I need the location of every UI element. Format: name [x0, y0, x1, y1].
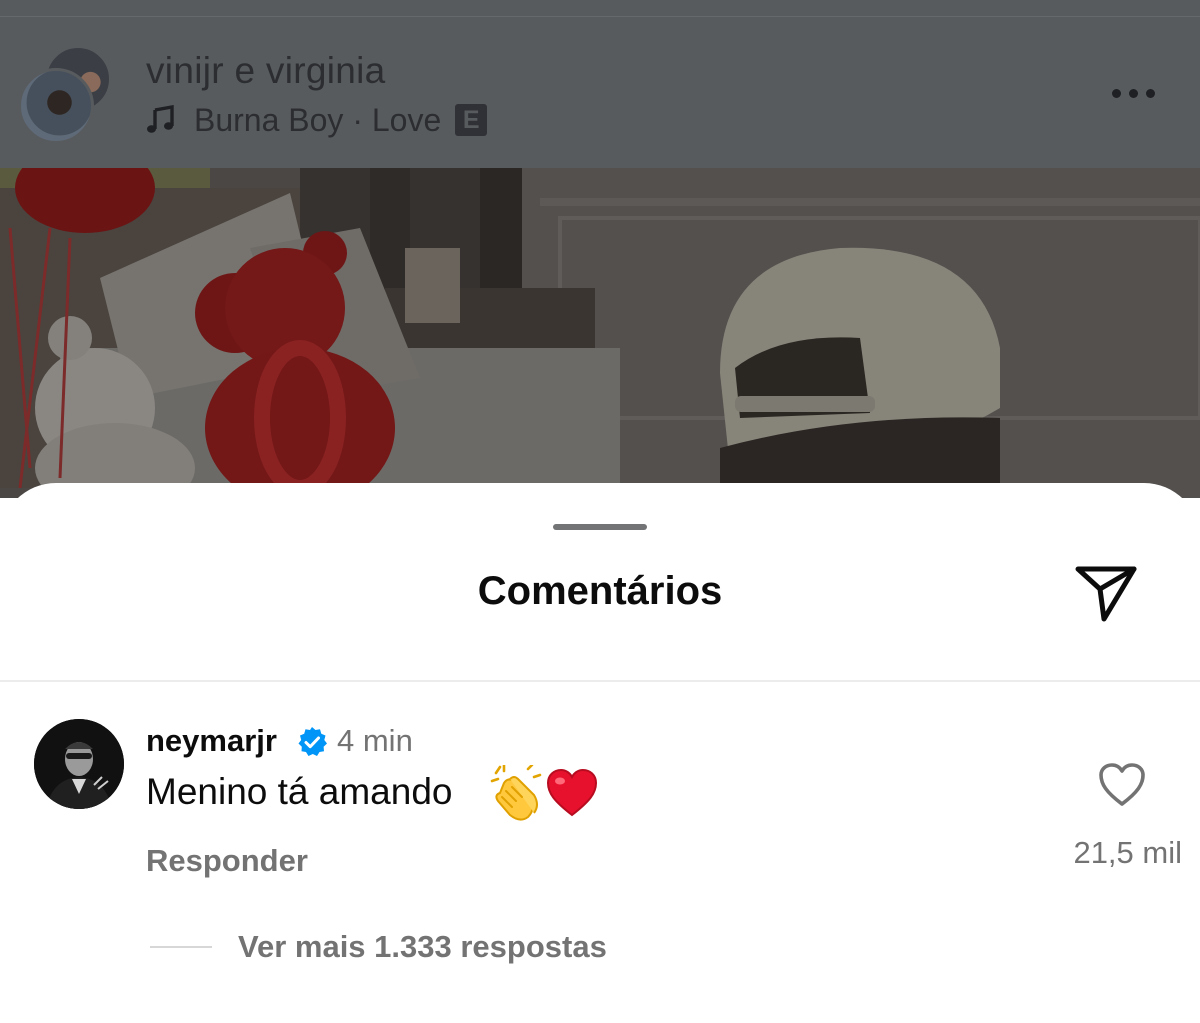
- comment-username[interactable]: neymarjr: [146, 723, 277, 759]
- red-heart-icon: [546, 769, 598, 817]
- heart-outline-icon[interactable]: [1098, 762, 1146, 808]
- view-more-replies-button[interactable]: Ver mais 1.333 respostas: [238, 929, 607, 965]
- post-photo-image: [0, 168, 1200, 498]
- reply-button[interactable]: Responder: [146, 843, 308, 879]
- post-header: vinijr e virginia Burna Boy · Love E: [0, 0, 1200, 168]
- music-info[interactable]: Burna Boy · Love E: [146, 100, 488, 140]
- replies-divider: [150, 946, 212, 948]
- comment-text: Menino tá amando: [146, 771, 453, 812]
- commenter-avatar[interactable]: [34, 719, 124, 809]
- paper-plane-icon[interactable]: [1073, 562, 1139, 624]
- header-divider: [0, 16, 1200, 17]
- more-options-button[interactable]: [1112, 84, 1164, 102]
- sheet-title: Comentários: [477, 569, 723, 613]
- more-horizontal-icon-dot: [1129, 88, 1138, 98]
- avatar-vinijr: [18, 68, 94, 144]
- music-note-icon: [147, 105, 174, 133]
- more-horizontal-icon-dot: [1146, 88, 1155, 98]
- more-horizontal-icon: [1112, 88, 1121, 98]
- post-author-avatars[interactable]: [18, 46, 114, 144]
- commenter-avatar-image: [34, 719, 124, 809]
- sheet-divider: [0, 680, 1200, 682]
- music-track-label: Burna Boy · Love: [194, 101, 442, 138]
- sheet-drag-handle[interactable]: [553, 524, 647, 530]
- comments-sheet: Comentários neymarjr 4 min Menino tá ama…: [0, 483, 1200, 1023]
- comment-timestamp: 4 min: [337, 723, 413, 758]
- clapping-hands-icon: [490, 765, 542, 821]
- verified-badge-icon: [298, 727, 327, 756]
- post-authors-title[interactable]: vinijr e virginia: [146, 50, 386, 92]
- comment-like-count: 21,5 mil: [1073, 835, 1182, 870]
- post-photo: [0, 168, 1200, 498]
- explicit-badge: E: [455, 104, 488, 136]
